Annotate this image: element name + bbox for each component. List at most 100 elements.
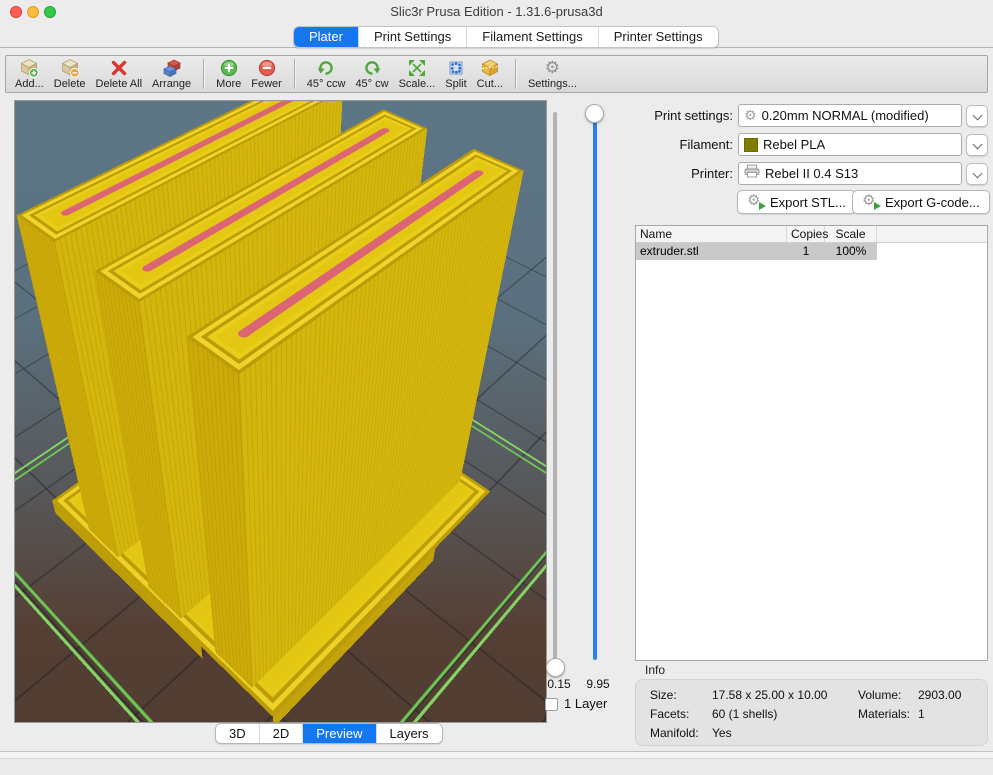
fewer-button[interactable]: Fewer <box>246 56 287 92</box>
arrange-button-label: Arrange <box>152 78 191 91</box>
export-stl-button[interactable]: ⚙ Export STL... <box>737 190 856 214</box>
filament-dropdown-button[interactable] <box>966 134 988 156</box>
fewer-button-label: Fewer <box>251 78 282 91</box>
column-header-blank <box>877 226 987 242</box>
materials-value: 1 <box>918 707 925 721</box>
object-copies-cell[interactable]: 1 <box>787 243 825 260</box>
arrange-boxes-icon <box>162 58 182 78</box>
manifold-value: Yes <box>712 726 732 740</box>
toolbar-separator <box>515 59 516 89</box>
title-bar: Slic3r Prusa Edition - 1.31.6-prusa3d <box>0 0 993 24</box>
gear-icon: ⚙ <box>744 109 757 123</box>
facets-label: Facets: <box>650 707 689 721</box>
filament-label: Filament: <box>625 137 733 152</box>
printer-icon <box>744 164 760 183</box>
filament-color-swatch <box>744 138 758 152</box>
size-value: 17.58 x 25.00 x 10.00 <box>712 688 827 702</box>
minus-circle-icon <box>257 58 277 78</box>
printer-value: Rebel II 0.4 S13 <box>765 166 858 181</box>
column-header-copies[interactable]: Copies <box>787 226 825 242</box>
scale-arrows-icon <box>407 58 427 78</box>
print-settings-label: Print settings: <box>625 108 733 123</box>
object-name-cell[interactable]: extruder.stl <box>636 243 787 260</box>
cut-button[interactable]: Cut... <box>472 56 508 92</box>
tab-print-settings[interactable]: Print Settings <box>359 27 467 47</box>
split-button[interactable]: Split <box>440 56 471 92</box>
export-gcode-button[interactable]: ⚙ Export G-code... <box>852 190 990 214</box>
rotate-ccw-button-label: 45° ccw <box>307 78 346 91</box>
layer-slider-max-value: 9.95 <box>580 677 616 691</box>
rotate-cw-button[interactable]: 45° cw <box>350 56 393 92</box>
tab-layers[interactable]: Layers <box>377 724 442 743</box>
layer-slider-upper-thumb[interactable] <box>585 104 604 123</box>
tab-filament-settings[interactable]: Filament Settings <box>467 27 598 47</box>
table-row[interactable]: extruder.stl 1 100% <box>636 243 987 260</box>
object-list-table[interactable]: Name Copies Scale extruder.stl 1 100% <box>635 225 988 661</box>
column-header-name[interactable]: Name <box>636 226 787 242</box>
one-layer-checkbox-label: 1 Layer <box>564 696 607 711</box>
more-button-label: More <box>216 78 241 91</box>
info-section-title: Info <box>645 663 665 677</box>
delete-box-icon <box>60 58 80 78</box>
plater-3d-viewport[interactable] <box>14 100 547 723</box>
manifold-label: Manifold: <box>650 726 699 740</box>
split-button-label: Split <box>445 78 466 91</box>
materials-label: Materials: <box>858 707 910 721</box>
filament-value: Rebel PLA <box>763 137 825 152</box>
tab-2d[interactable]: 2D <box>260 724 304 743</box>
column-header-scale[interactable]: Scale <box>825 226 877 242</box>
toolbar: Add... Delete Delete All <box>5 55 988 93</box>
object-scale-cell[interactable]: 100% <box>825 243 877 260</box>
chevron-down-icon <box>973 168 983 178</box>
add-button[interactable]: Add... <box>10 56 49 92</box>
arrange-button[interactable]: Arrange <box>147 56 196 92</box>
tab-3d[interactable]: 3D <box>216 724 260 743</box>
tab-plater[interactable]: Plater <box>294 27 359 47</box>
filament-row: Filament: Rebel PLA <box>625 133 988 156</box>
more-button[interactable]: More <box>211 56 246 92</box>
scale-button[interactable]: Scale... <box>394 56 441 92</box>
tab-printer-settings[interactable]: Printer Settings <box>599 27 718 47</box>
printer-row: Printer: Rebel II 0.4 S13 <box>625 162 988 185</box>
layer-slider-lower-thumb[interactable] <box>546 658 565 677</box>
export-stl-button-label: Export STL... <box>770 195 846 210</box>
rotate-ccw-icon <box>316 58 336 78</box>
delete-all-x-icon <box>109 58 129 78</box>
print-settings-value: 0.20mm NORMAL (modified) <box>762 108 929 123</box>
view-tab-bar: 3D 2D Preview Layers <box>215 723 443 744</box>
settings-button[interactable]: ⚙ Settings... <box>523 56 582 92</box>
printer-dropdown-button[interactable] <box>966 163 988 185</box>
settings-button-label: Settings... <box>528 78 577 91</box>
print-bed-grid <box>14 118 547 723</box>
export-gear-icon: ⚙ <box>747 193 765 211</box>
delete-all-button-label: Delete All <box>96 78 142 91</box>
print-settings-combobox[interactable]: ⚙ 0.20mm NORMAL (modified) <box>738 104 962 127</box>
size-label: Size: <box>650 688 677 702</box>
tab-preview[interactable]: Preview <box>303 724 376 743</box>
info-box: Size: 17.58 x 25.00 x 10.00 Volume: 2903… <box>635 679 988 746</box>
split-dots-icon <box>446 58 466 78</box>
delete-button-label: Delete <box>54 78 86 91</box>
chevron-down-icon <box>973 139 983 149</box>
rotate-ccw-button[interactable]: 45° ccw <box>302 56 351 92</box>
delete-button[interactable]: Delete <box>49 56 91 92</box>
scene-3d <box>15 101 546 722</box>
add-button-label: Add... <box>15 78 44 91</box>
layer-slider-lower-track[interactable] <box>553 112 557 668</box>
object-table-header: Name Copies Scale <box>636 226 987 243</box>
main-tab-bar: Plater Print Settings Filament Settings … <box>293 26 719 48</box>
print-settings-dropdown-button[interactable] <box>966 105 988 127</box>
print-settings-row: Print settings: ⚙ 0.20mm NORMAL (modifie… <box>625 104 988 127</box>
export-gcode-button-label: Export G-code... <box>885 195 980 210</box>
printer-label: Printer: <box>625 166 733 181</box>
rotate-cw-button-label: 45° cw <box>355 78 388 91</box>
printer-combobox[interactable]: Rebel II 0.4 S13 <box>738 162 962 185</box>
one-layer-checkbox[interactable] <box>545 698 558 711</box>
filament-combobox[interactable]: Rebel PLA <box>738 133 962 156</box>
add-box-icon <box>19 58 39 78</box>
delete-all-button[interactable]: Delete All <box>91 56 147 92</box>
layer-slider-upper-track[interactable] <box>593 114 597 660</box>
volume-value: 2903.00 <box>918 688 961 702</box>
chevron-down-icon <box>973 110 983 120</box>
plus-circle-icon <box>219 58 239 78</box>
